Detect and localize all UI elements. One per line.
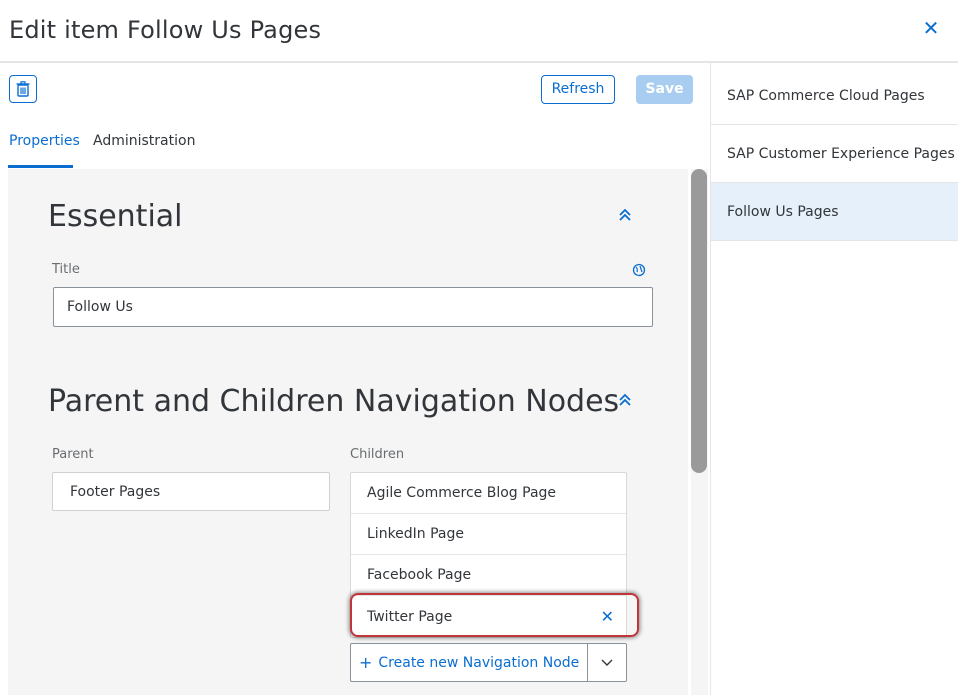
create-node-label: Create new Navigation Node	[378, 654, 580, 671]
child-item[interactable]: LinkedIn Page	[351, 514, 626, 555]
title-input[interactable]: Follow Us	[53, 287, 653, 327]
remove-child-icon[interactable]: ✕	[601, 607, 614, 626]
create-node-dropdown[interactable]	[588, 644, 626, 681]
children-list: Agile Commerce Blog Page LinkedIn Page F…	[350, 472, 627, 638]
dialog-header: Edit item Follow Us Pages ✕	[0, 0, 958, 63]
scrollbar-thumb[interactable]	[691, 169, 707, 473]
section-title-navigation: Parent and Children Navigation Nodes	[48, 384, 620, 419]
create-node-button[interactable]: + Create new Navigation Node	[351, 644, 588, 681]
child-item-label: Agile Commerce Blog Page	[367, 485, 557, 501]
collapse-essential-icon[interactable]	[617, 207, 633, 223]
list-item-follow-us-pages[interactable]: Follow Us Pages	[711, 183, 958, 241]
title-field-label: Title	[52, 262, 80, 277]
scrollbar[interactable]	[691, 169, 708, 695]
plus-icon: +	[359, 653, 373, 672]
save-button[interactable]: Save	[636, 75, 693, 104]
properties-content: Essential Title Follow Us Parent and Chi…	[8, 169, 688, 695]
refresh-button[interactable]: Refresh	[541, 75, 615, 104]
create-node-control: + Create new Navigation Node	[350, 643, 627, 682]
tab-properties[interactable]: Properties	[9, 133, 80, 149]
child-item-label: LinkedIn Page	[367, 526, 465, 542]
tab-administration[interactable]: Administration	[93, 133, 195, 149]
dialog-title: Edit item Follow Us Pages	[9, 16, 322, 44]
delete-button[interactable]	[9, 75, 37, 103]
children-field-label: Children	[350, 447, 405, 462]
close-icon[interactable]: ✕	[920, 18, 942, 40]
child-item[interactable]: Facebook Page	[351, 555, 626, 596]
list-item-sap-customer-experience-pages[interactable]: SAP Customer Experience Pages	[711, 125, 958, 183]
list-item-sap-commerce-cloud-pages[interactable]: SAP Commerce Cloud Pages	[711, 67, 958, 125]
child-item-label: Facebook Page	[367, 567, 472, 583]
collapse-navigation-icon[interactable]	[617, 392, 633, 408]
child-item-label: Twitter Page	[367, 608, 453, 625]
editor-pane: Refresh Save Properties Administration E…	[0, 63, 710, 695]
trash-icon	[16, 81, 30, 97]
chevron-down-icon	[601, 659, 613, 666]
active-tab-indicator	[8, 165, 73, 168]
item-list-pane: SAP Commerce Cloud Pages SAP Customer Ex…	[710, 63, 958, 695]
child-item-twitter[interactable]: Twitter Page ✕	[351, 596, 626, 637]
section-title-essential: Essential	[48, 199, 183, 234]
child-item[interactable]: Agile Commerce Blog Page	[351, 473, 626, 514]
globe-icon[interactable]	[632, 263, 646, 277]
tab-bar: Properties Administration	[0, 119, 700, 169]
parent-field[interactable]: Footer Pages	[52, 472, 330, 511]
parent-field-label: Parent	[52, 447, 94, 462]
